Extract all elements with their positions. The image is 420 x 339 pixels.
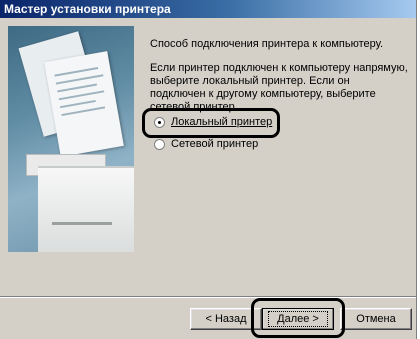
paper-sheet-front: [44, 51, 124, 157]
cancel-button[interactable]: Отмена: [340, 308, 412, 330]
radio-unchecked-icon[interactable]: [154, 138, 165, 150]
printer-body: [38, 166, 134, 252]
radio-label-network: Сетевой принтер: [171, 138, 259, 150]
highlight-local-option: [142, 108, 280, 138]
printer-wizard-window: Мастер установки принтера Способ подключ…: [0, 0, 417, 339]
highlight-next-button: [251, 298, 345, 338]
radio-network-printer[interactable]: Сетевой принтер: [154, 138, 258, 150]
button-separator: [0, 296, 416, 298]
window-title: Мастер установки принтера: [0, 0, 416, 18]
printer-slot: [52, 222, 112, 225]
wizard-illustration: [8, 26, 134, 252]
description-text: Если принтер подключен к компьютеру напр…: [150, 62, 408, 113]
intro-text: Способ подключения принтера к компьютеру…: [150, 38, 384, 50]
